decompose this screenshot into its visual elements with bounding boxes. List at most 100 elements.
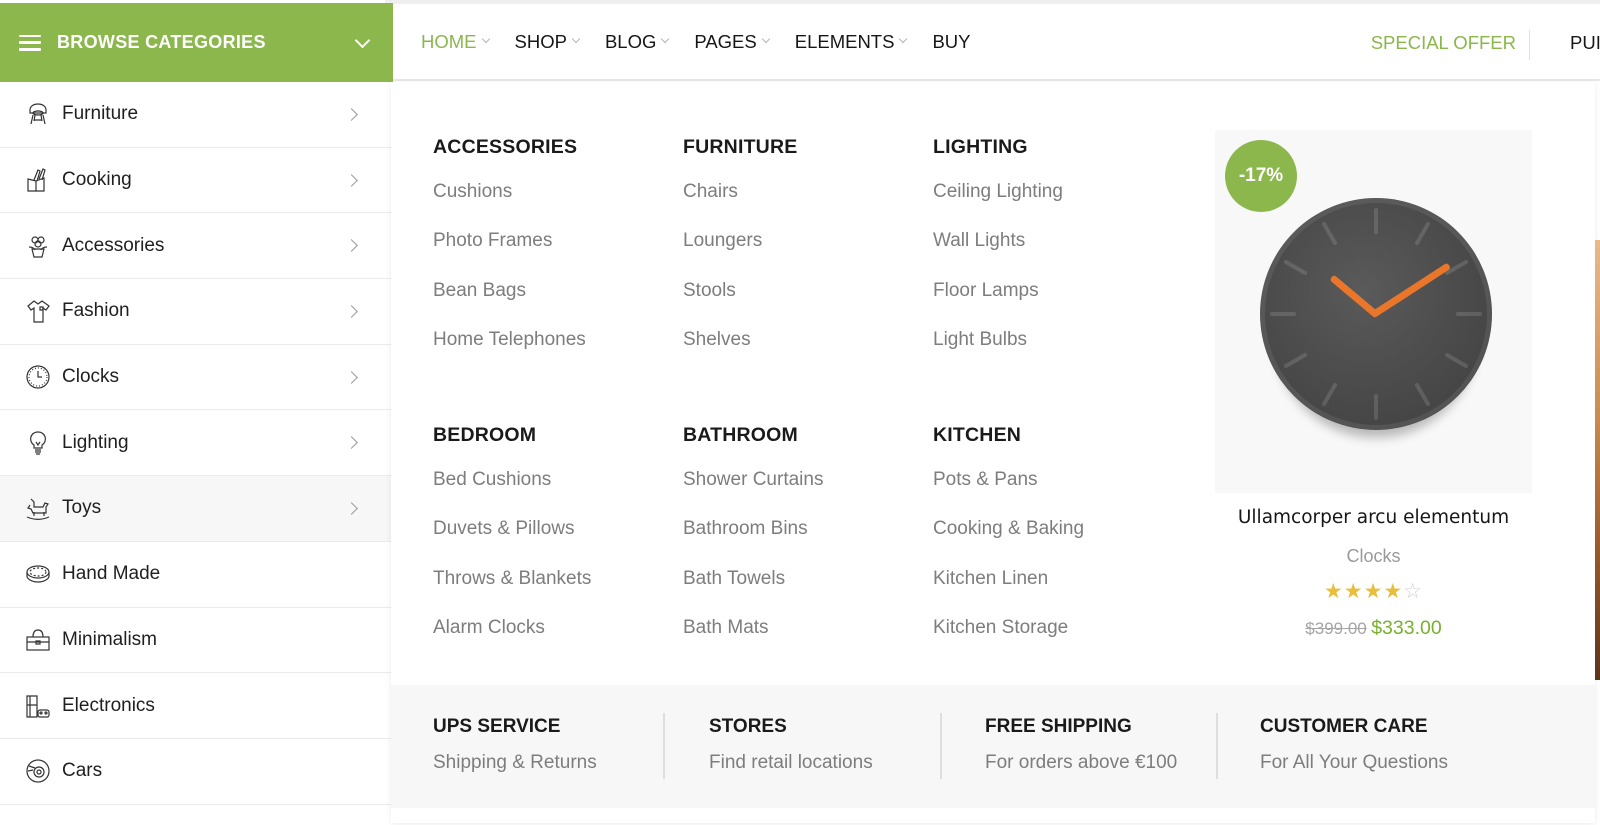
menu-link[interactable]: Bathroom Bins — [683, 518, 923, 567]
feature-divider — [1216, 713, 1218, 779]
sidebar-item-label: Electronics — [62, 694, 155, 716]
menu-link[interactable]: Stools — [683, 280, 923, 329]
sidebar-item-label: Hand Made — [62, 563, 161, 585]
browse-categories-toggle[interactable]: BROWSE CATEGORIES — [0, 3, 393, 82]
nav-label: PAGES — [694, 30, 757, 52]
sidebar-item-furniture[interactable]: Furniture — [0, 82, 391, 148]
menu-link[interactable]: Kitchen Linen — [933, 568, 1173, 617]
shirt-icon — [24, 297, 52, 325]
sidebar-item-cars[interactable]: Cars — [0, 738, 391, 805]
star-filled-icon: ★ — [1343, 580, 1364, 603]
menu-link[interactable]: Home Telephones — [433, 329, 673, 378]
knife-block-icon — [24, 166, 52, 194]
feature-divider — [940, 713, 942, 779]
clock-tick — [1414, 382, 1431, 407]
feature-subtitle: For All Your Questions — [1260, 752, 1448, 773]
column-title[interactable]: BEDROOM — [433, 424, 673, 447]
sidebar-item-label: Clocks — [62, 366, 120, 388]
wall-clock-image — [1260, 198, 1492, 430]
clock-tick — [1283, 352, 1308, 369]
menu-link[interactable]: Chairs — [683, 181, 923, 230]
chevron-right-icon — [345, 305, 358, 318]
product-name[interactable]: Ullamcorper arcu elementum — [1215, 507, 1532, 528]
menu-link[interactable]: Bath Mats — [683, 617, 923, 666]
sidebar-item-lighting[interactable]: Lighting — [0, 410, 391, 477]
clock-hand-minute — [1370, 262, 1452, 319]
feature-subtitle: Shipping & Returns — [433, 752, 597, 773]
menu-link[interactable]: Alarm Clocks — [433, 617, 673, 666]
sidebar-item-label: Lighting — [62, 431, 129, 453]
sidebar-item-hand-made[interactable]: Hand Made — [0, 541, 391, 608]
menu-link[interactable]: Pots & Pans — [933, 469, 1173, 518]
nav-home[interactable]: HOME — [421, 31, 490, 53]
sidebar-item-toys[interactable]: Toys — [0, 476, 391, 542]
clock-tick — [1374, 394, 1378, 420]
sidebar-item-clocks[interactable]: Clocks — [0, 344, 391, 411]
background-image-edge — [1595, 240, 1600, 680]
menu-column-bathroom: BATHROOM Shower Curtains Bathroom Bins B… — [683, 424, 923, 666]
main-nav: HOME SHOP BLOG PAGES ELEMENTS BUY SPECIA… — [393, 4, 1600, 81]
purchase-link[interactable]: PUI — [1570, 4, 1600, 81]
menu-link[interactable]: Wall Lights — [933, 230, 1173, 279]
nav-label: BUY — [932, 30, 971, 52]
star-filled-icon: ★ — [1383, 580, 1404, 603]
nav-buy[interactable]: BUY — [932, 31, 970, 53]
nav-pages[interactable]: PAGES — [694, 30, 770, 53]
menu-link[interactable]: Light Bulbs — [933, 329, 1173, 378]
old-price: $399.00 — [1305, 619, 1367, 638]
nav-shop[interactable]: SHOP — [515, 31, 581, 53]
clock-tick — [1283, 259, 1308, 276]
column-title[interactable]: LIGHTING — [933, 136, 1173, 159]
sidebar-item-label: Fashion — [62, 300, 130, 322]
light-bulb-icon — [24, 429, 52, 457]
menu-link[interactable]: Bed Cushions — [433, 469, 673, 518]
special-offer-link[interactable]: SPECIAL OFFER — [1371, 4, 1516, 81]
sidebar-item-accessories[interactable]: Accessories — [0, 213, 391, 280]
chevron-right-icon — [345, 173, 358, 187]
sidebar-item-fashion[interactable]: Fashion — [0, 279, 391, 345]
menu-link[interactable]: Ceiling Lighting — [933, 181, 1173, 230]
menu-column-furniture: FURNITURE Chairs Loungers Stools Shelves — [683, 136, 923, 378]
sidebar-item-electronics[interactable]: Electronics — [0, 673, 391, 739]
sidebar-item-label: Toys — [62, 497, 102, 519]
nav-blog[interactable]: BLOG — [604, 30, 670, 53]
sidebar-item-minimalism[interactable]: Minimalism — [0, 607, 391, 674]
column-title[interactable]: BATHROOM — [683, 424, 923, 447]
sidebar-item-label: Accessories — [62, 234, 165, 256]
clock-tick — [1321, 221, 1338, 246]
menu-link[interactable]: Bath Towels — [683, 568, 923, 617]
menu-column-bedroom: BEDROOM Bed Cushions Duvets & Pillows Th… — [433, 424, 673, 666]
sidebar-item-label: Furniture — [62, 103, 139, 125]
sidebar-item-label: Minimalism — [62, 628, 157, 650]
column-title[interactable]: KITCHEN — [933, 424, 1173, 447]
column-title[interactable]: FURNITURE — [683, 136, 923, 159]
product-category[interactable]: Clocks — [1215, 546, 1532, 567]
menu-column-lighting: LIGHTING Ceiling Lighting Wall Lights Fl… — [933, 136, 1173, 378]
flower-pot-icon — [24, 232, 52, 260]
wheel-icon — [24, 757, 52, 785]
menu-link[interactable]: Shelves — [683, 329, 923, 378]
menu-link[interactable]: Photo Frames — [433, 230, 673, 279]
console-icon — [24, 692, 52, 720]
menu-link[interactable]: Floor Lamps — [933, 280, 1173, 329]
product-image[interactable]: -17% — [1215, 130, 1532, 493]
hamburger-icon — [19, 34, 41, 51]
feature-title: FREE SHIPPING — [985, 716, 1132, 737]
menu-link[interactable]: Duvets & Pillows — [433, 518, 673, 567]
menu-link[interactable]: Loungers — [683, 230, 923, 279]
sidebar-item-cooking[interactable]: Cooking — [0, 147, 391, 214]
chevron-right-icon — [345, 107, 358, 121]
chevron-right-icon — [345, 436, 358, 450]
menu-link[interactable]: Throws & Blankets — [433, 568, 673, 617]
nav-elements[interactable]: ELEMENTS — [795, 31, 908, 53]
mega-menu: ACCESSORIES Cushions Photo Frames Bean B… — [391, 82, 1595, 823]
menu-link[interactable]: Cushions — [433, 181, 673, 230]
menu-link[interactable]: Shower Curtains — [683, 469, 923, 518]
menu-column-accessories: ACCESSORIES Cushions Photo Frames Bean B… — [433, 136, 673, 378]
menu-link[interactable]: Bean Bags — [433, 280, 673, 329]
feature-title: STORES — [709, 716, 787, 737]
nav-label: BLOG — [604, 30, 657, 52]
menu-link[interactable]: Cooking & Baking — [933, 518, 1173, 567]
menu-link[interactable]: Kitchen Storage — [933, 617, 1173, 666]
column-title[interactable]: ACCESSORIES — [433, 136, 673, 159]
